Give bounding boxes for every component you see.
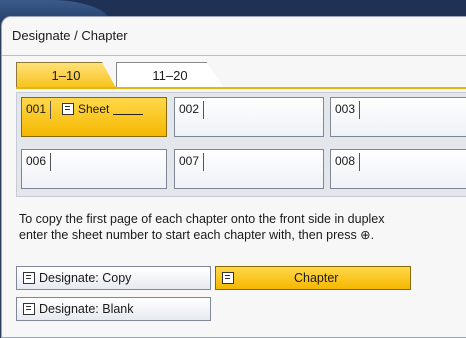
chapter-button[interactable]: Chapter [215,266,411,290]
chapter-cell-007[interactable]: 007 [174,149,324,189]
title-divider [2,55,466,56]
cell-separator [203,101,204,119]
chapter-cell-001[interactable]: 001 Sheet [21,97,167,137]
instruction-line-1: To copy the first page of each chapter o… [19,212,385,226]
cell-underline [113,104,144,115]
sheet-icon [62,103,74,115]
chapter-cell-008[interactable]: 008 [330,149,466,189]
tab-11-20-label: 11–20 [152,68,188,83]
tab-1-10-label: 1–10 [51,68,81,83]
chapter-cell-006[interactable]: 006 [21,149,167,189]
page-title: Designate / Chapter [12,28,128,43]
cell-number: 007 [179,154,200,168]
cell-number: 003 [335,102,356,116]
instruction-text: To copy the first page of each chapter o… [19,211,466,243]
designate-blank-label: Designate: Blank [39,302,134,316]
cell-number: 001 [26,102,47,116]
cell-number: 008 [335,154,356,168]
designate-copy-icon [23,272,35,284]
cell-label: Sheet [62,102,144,116]
cell-label-text: Sheet [78,102,110,116]
cell-number: 002 [179,102,200,116]
designate-copy-button[interactable]: Designate: Copy [16,266,211,290]
tab-1-10[interactable]: 1–10 [16,62,116,88]
chapter-cell-002[interactable]: 002 [174,97,324,137]
designate-chapter-panel: Designate / Chapter 1–10 11–20 001 Sheet… [1,16,466,338]
chapter-grid: 001 Sheet 002 003 006 007 008 [16,92,466,197]
chapter-icon [222,272,234,284]
tab-11-20[interactable]: 11–20 [116,62,224,88]
designate-blank-icon [23,303,35,315]
cell-separator [203,153,204,171]
cell-number: 006 [26,154,47,168]
chapter-cell-003[interactable]: 003 [330,97,466,137]
cell-separator [359,101,360,119]
chapter-label: Chapter [294,271,339,285]
instruction-line-2: enter the sheet number to start each cha… [19,228,375,242]
cell-separator [50,153,51,171]
designate-copy-label: Designate: Copy [39,271,132,285]
cell-separator [50,101,51,119]
designate-blank-button[interactable]: Designate: Blank [16,297,211,321]
tab-underline [16,87,466,89]
cell-separator [359,153,360,171]
